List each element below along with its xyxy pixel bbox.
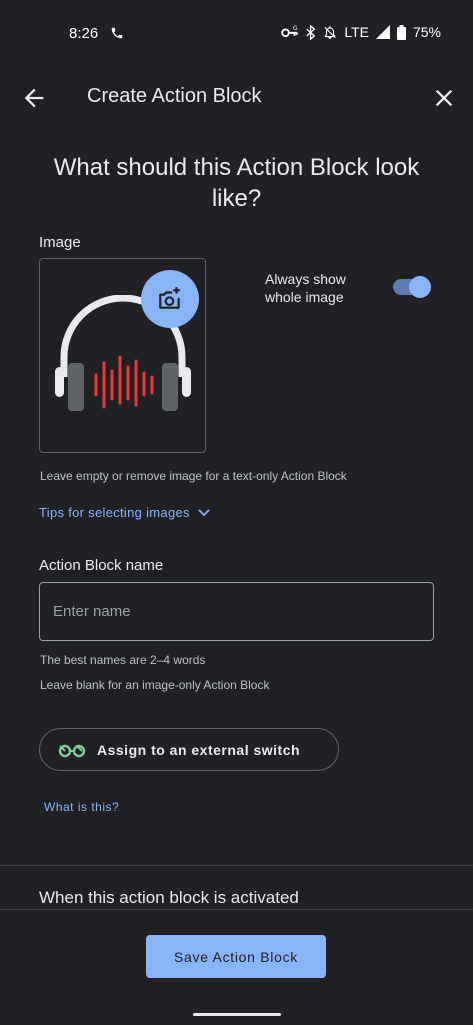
name-hint-blank: Leave blank for an image-only Action Blo… <box>40 678 270 692</box>
status-bar: 8:26 G LTE 75% <box>0 0 473 68</box>
section-divider <box>0 865 473 866</box>
tips-link[interactable]: Tips for selecting images <box>39 505 210 520</box>
always-show-whole-image-toggle[interactable] <box>393 276 431 298</box>
chevron-down-icon <box>198 508 210 516</box>
image-label: Image <box>39 234 81 251</box>
svg-text:G: G <box>293 25 298 32</box>
page-title: Create Action Block <box>87 85 262 107</box>
add-photo-icon <box>159 287 180 309</box>
network-label: LTE <box>344 24 369 40</box>
bluetooth-icon <box>306 24 316 40</box>
phone-call-icon <box>111 27 123 39</box>
battery-icon <box>396 24 406 40</box>
name-hint-length: The best names are 2–4 words <box>40 653 206 667</box>
activated-heading: When this action block is activated <box>39 888 299 907</box>
image-picker[interactable] <box>39 258 206 453</box>
question-heading: What should this Action Block look like? <box>53 154 420 212</box>
what-is-this-link[interactable]: What is this? <box>44 800 119 814</box>
name-label: Action Block name <box>39 557 164 574</box>
home-indicator[interactable] <box>193 1013 281 1016</box>
signal-icon <box>375 25 390 39</box>
switch-access-icon <box>58 744 86 757</box>
add-photo-button[interactable] <box>141 270 199 328</box>
assign-switch-button[interactable]: Assign to an external switch <box>39 728 339 771</box>
status-icons: G LTE 75% <box>281 24 441 40</box>
app-bar: Create Action Block <box>0 76 473 120</box>
battery-percent: 75% <box>412 24 441 40</box>
assign-switch-label: Assign to an external switch <box>97 741 301 758</box>
toggle-thumb <box>409 276 431 298</box>
arrow-back-icon[interactable] <box>20 84 48 112</box>
close-icon[interactable] <box>430 84 458 112</box>
image-hint: Leave empty or remove image for a text-o… <box>40 469 347 483</box>
do-not-disturb-icon <box>324 25 336 39</box>
vpn-key-icon: G <box>281 25 298 38</box>
status-time: 8:26 <box>69 25 99 42</box>
tips-link-label: Tips for selecting images <box>39 505 190 520</box>
name-input[interactable] <box>39 582 434 641</box>
save-action-block-button[interactable]: Save Action Block <box>146 935 326 978</box>
always-show-whole-image-label: Always show whole image <box>265 271 346 305</box>
